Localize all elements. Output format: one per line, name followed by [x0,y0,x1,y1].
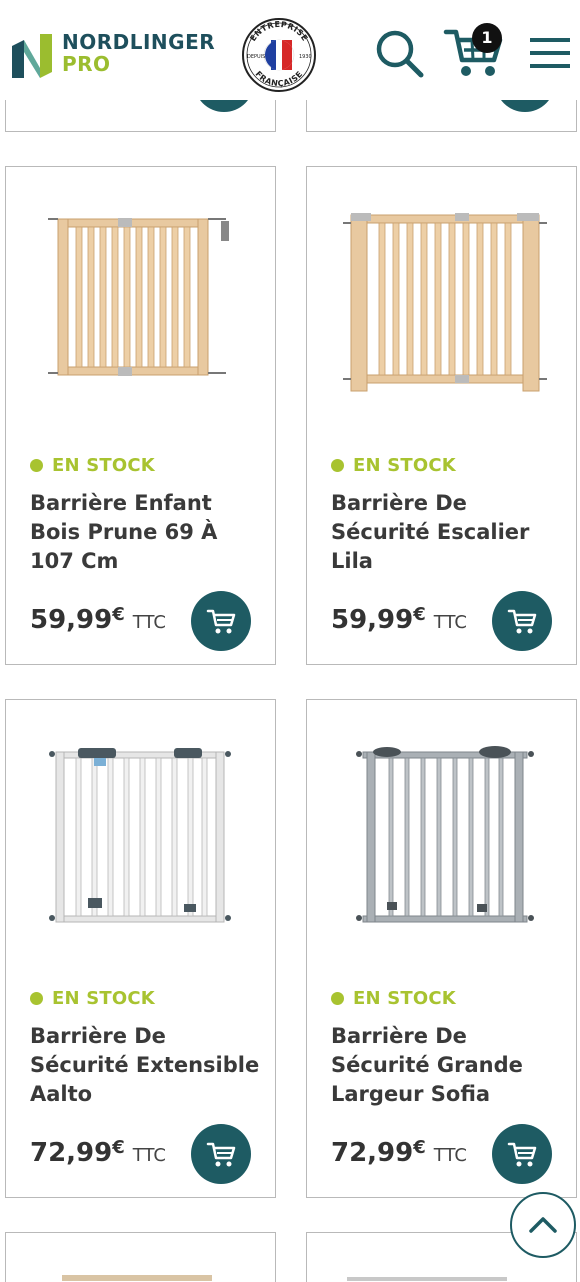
price-tax-label: TTC [132,1145,166,1166]
add-to-cart-button[interactable] [191,591,251,651]
price-currency: € [112,1137,125,1158]
product-price: 72,99 € TTC [331,1137,467,1168]
menu-button[interactable] [524,22,576,82]
price-tax-label: TTC [132,612,166,633]
product-image [343,213,547,392]
price-currency: € [413,604,426,625]
search-icon [376,30,424,78]
product-image [49,748,231,923]
product-name-link[interactable]: Barrière De Sécurité Extensible Aalto [30,1022,260,1109]
stock-dot-icon [30,458,43,472]
product-image-partial [62,1275,212,1281]
logo-text-pro: PRO [62,52,111,76]
product-card-partial[interactable] [5,1232,276,1282]
stock-label: EN STOCK [353,454,456,476]
menu-icon [530,38,570,68]
price-value: 59,99 [30,605,113,635]
logo-text-nordlinger: NORDLINGER [62,30,216,54]
product-card[interactable]: EN STOCK Barrière Enfant Bois Prune 69 À… [5,166,276,665]
logo-mark-icon [12,34,52,78]
french-company-badge: ENTREPRISE FRANÇAISE DEPUIS 1930 [242,18,316,92]
cart-icon [206,1142,236,1167]
product-image [48,218,229,376]
price-currency: € [112,604,125,625]
cart-icon [507,1142,537,1167]
product-card[interactable]: EN STOCK Barrière De Sécurité Escalier L… [306,166,577,665]
price-tax-label: TTC [433,612,467,633]
stock-label: EN STOCK [52,454,155,476]
product-card[interactable]: EN STOCK Barrière De Sécurité Grande Lar… [306,699,577,1198]
stock-dot-icon [331,458,344,472]
stock-status: EN STOCK [30,453,155,477]
product-price: 72,99 € TTC [30,1137,166,1168]
search-button[interactable] [372,22,428,82]
price-value: 72,99 [30,1138,113,1168]
stock-label: EN STOCK [353,987,456,1009]
site-header: NORDLINGER PRO ENTREPRISE FRANÇAISE DEPU… [0,0,580,100]
stock-dot-icon [30,991,43,1005]
cart-count-badge: 1 [472,23,502,53]
price-tax-label: TTC [433,1145,467,1166]
product-card[interactable]: EN STOCK Barrière De Sécurité Extensible… [5,699,276,1198]
stock-status: EN STOCK [30,986,155,1010]
price-currency: € [413,1137,426,1158]
product-image-partial [347,1277,507,1281]
cart-icon [206,609,236,634]
brand-logo[interactable]: NORDLINGER PRO [10,30,215,82]
badge-left-text: DEPUIS [247,54,265,60]
stock-status: EN STOCK [331,453,456,477]
price-value: 59,99 [331,605,414,635]
product-name-link[interactable]: Barrière Enfant Bois Prune 69 À 107 Cm [30,489,260,576]
product-name-link[interactable]: Barrière De Sécurité Grande Largeur Sofi… [331,1022,561,1109]
product-name-link[interactable]: Barrière De Sécurité Escalier Lila [331,489,561,576]
add-to-cart-button[interactable] [492,1124,552,1184]
add-to-cart-button[interactable] [191,1124,251,1184]
badge-right-text: 1930 [299,54,312,60]
chevron-up-icon [529,1217,557,1233]
cart-icon [507,609,537,634]
scroll-to-top-button[interactable] [510,1192,576,1258]
price-value: 72,99 [331,1138,414,1168]
stock-label: EN STOCK [52,987,155,1009]
product-price: 59,99 € TTC [30,604,166,635]
add-to-cart-button[interactable] [492,591,552,651]
product-image [356,746,534,923]
product-price: 59,99 € TTC [331,604,467,635]
stock-status: EN STOCK [331,986,456,1010]
stock-dot-icon [331,991,344,1005]
